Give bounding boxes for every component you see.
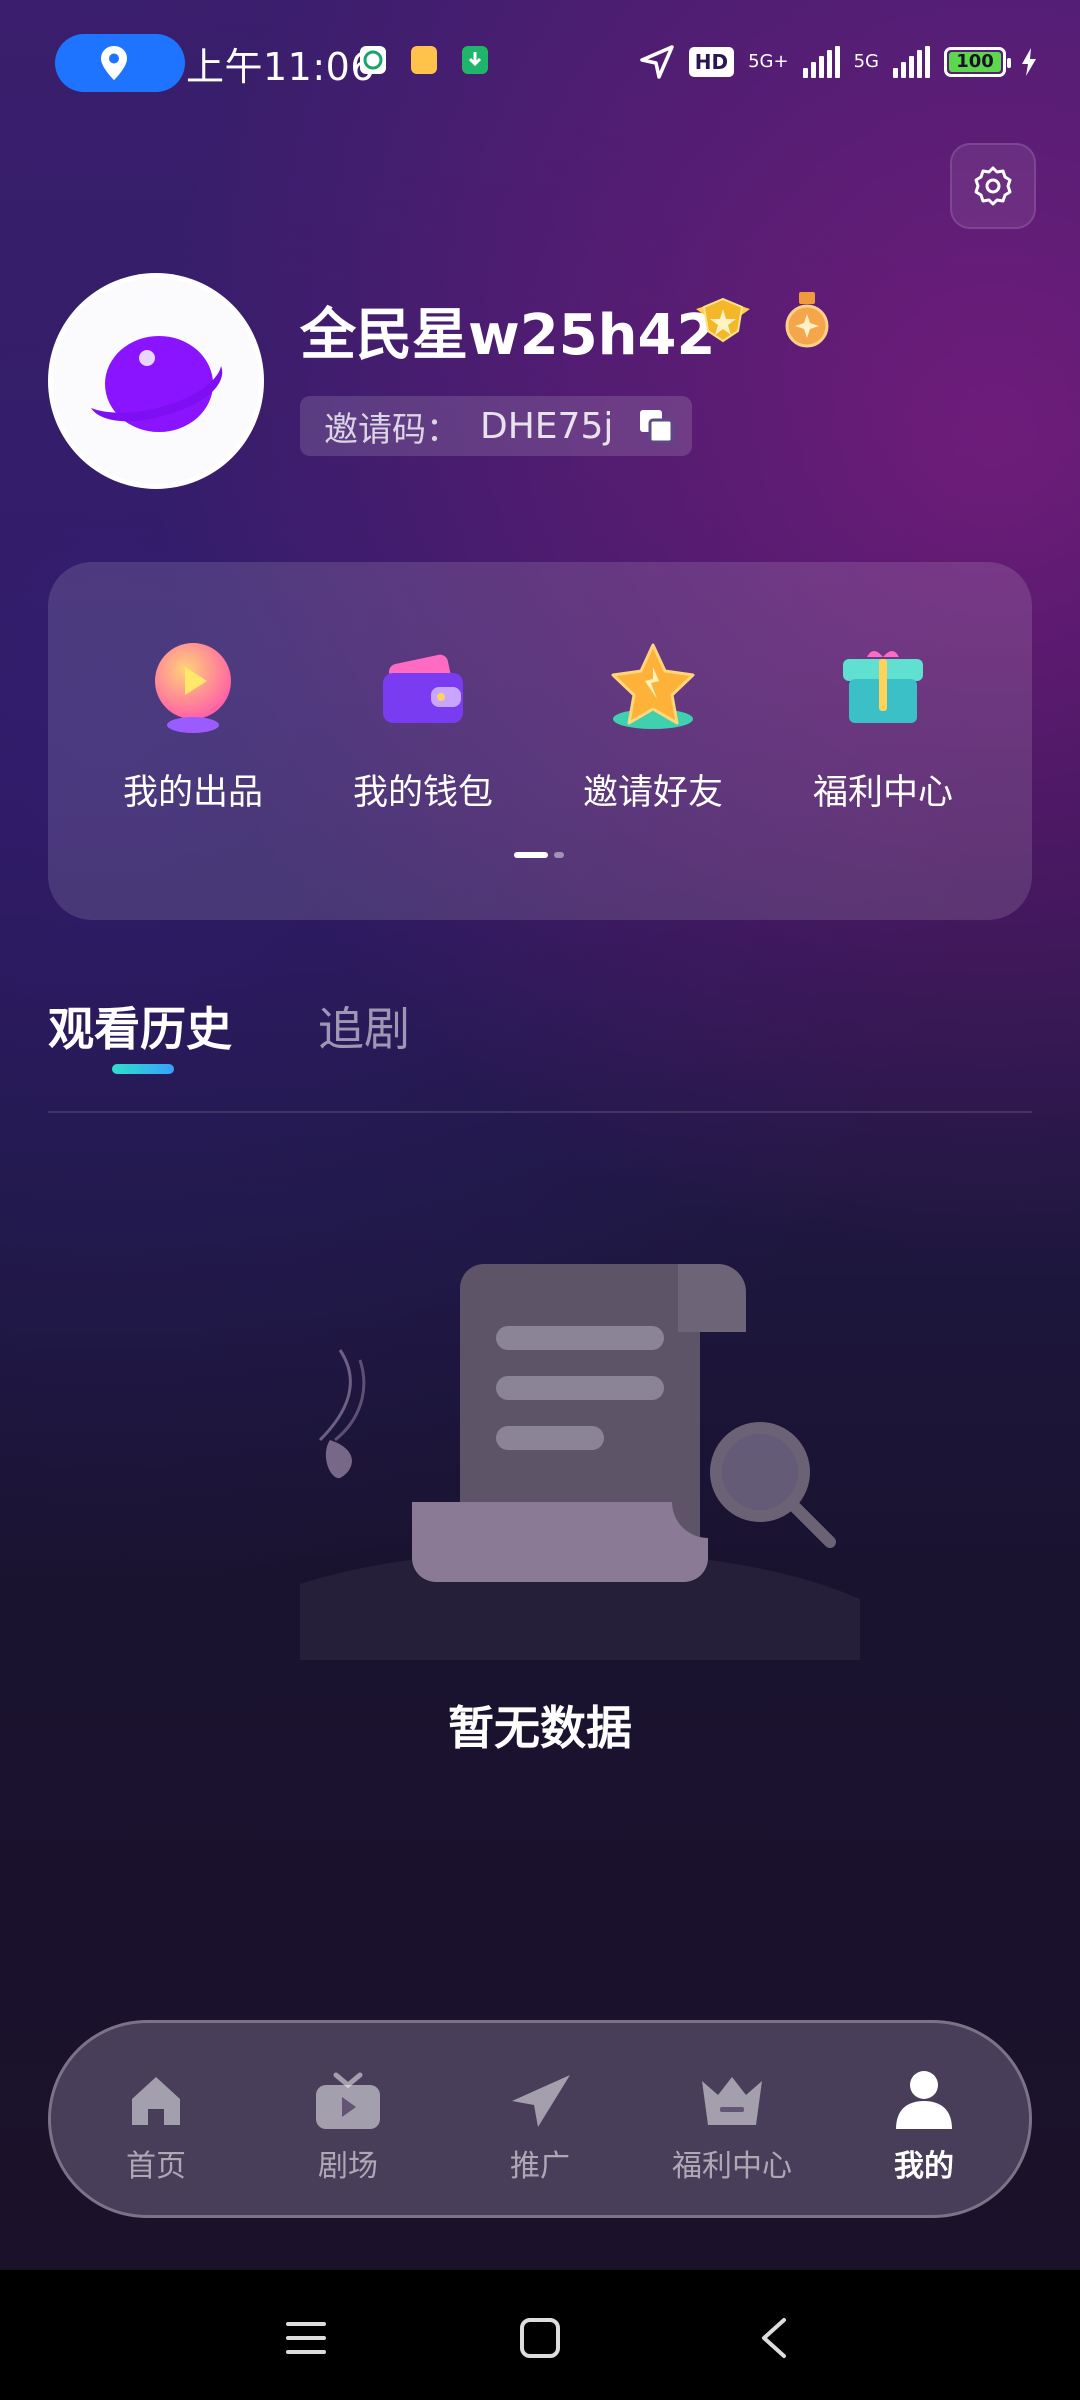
quick-action-wallet[interactable]: 我的钱包 [308,632,538,815]
nav-home[interactable]: 首页 [61,2063,251,2185]
settings-button[interactable] [950,143,1036,229]
quick-actions-card: 我的出品 我的钱包 邀请好友 福利中心 [48,562,1032,920]
nav-label: 推广 [510,2149,570,2184]
back-button[interactable] [744,2308,804,2368]
tv-icon [314,2063,382,2131]
wallet-icon [368,632,478,742]
bottom-nav: 首页 剧场 推广 福利中心 我的 [48,2020,1032,2218]
quick-action-label: 福利中心 [812,773,953,813]
page-indicator [514,852,564,858]
medal-badge-icon[interactable] [782,290,832,354]
tab-watch-history[interactable]: 观看历史 [48,993,232,1059]
home-icon [126,2063,186,2131]
paper-plane-icon [508,2063,572,2131]
invite-label: 邀请码： [324,409,460,450]
invite-code: DHE75j [480,405,614,447]
vip-shield-badge-icon[interactable] [692,295,754,349]
nav-label: 福利中心 [672,2149,792,2184]
nav-label: 我的 [894,2149,954,2184]
nav-theater[interactable]: 剧场 [253,2063,443,2185]
quick-action-label: 邀请好友 [582,773,723,813]
gift-box-icon [828,632,938,742]
home-button[interactable] [510,2308,570,2368]
back-chevron-icon [762,2318,786,2358]
quick-action-welfare-center[interactable]: 福利中心 [768,632,998,815]
tab-indicator [112,1064,174,1074]
navigation-arrow-icon [640,45,674,79]
empty-scroll-illustration [200,1240,920,1770]
nav-label: 剧场 [318,2149,378,2184]
invite-code-box[interactable]: 邀请码： DHE75j [300,396,692,456]
location-pill[interactable] [55,34,185,92]
nav-label: 首页 [126,2149,186,2184]
message-notify-icon [411,46,437,74]
tab-following[interactable]: 追剧 [318,993,410,1059]
charging-bolt-icon [1022,48,1036,76]
quick-action-label: 我的出品 [122,773,263,813]
signal-label-2: 5G [853,51,879,72]
battery-indicator: 100 [944,47,1011,77]
status-bar: 上午11:06 HD 5G+ 5G 100 [0,0,1080,125]
person-icon [892,2063,956,2131]
username: 全民星w25h42 [300,303,716,368]
play-orb-icon [138,632,248,742]
avatar[interactable] [48,273,264,489]
tabs-divider [48,1111,1032,1113]
status-icons: HD 5G+ 5G 100 [639,34,1038,90]
square-home-icon [520,2318,560,2358]
system-nav-bar [0,2270,1080,2400]
hd-badge: HD [688,47,735,77]
nav-promote[interactable]: 推广 [445,2063,635,2185]
battery-level: 100 [949,52,1001,72]
status-time: 上午11:06 [186,45,376,89]
menu-button[interactable] [276,2308,336,2368]
quick-action-invite-friends[interactable]: 邀请好友 [538,632,768,815]
signal-bars-2 [893,46,930,78]
planet-logo-icon [91,336,223,432]
empty-state-message: 暂无数据 [448,1701,632,1755]
signal-bars-1 [802,46,840,78]
copy-icon[interactable] [637,407,675,445]
menu-lines-icon [286,2322,326,2354]
app-notify-icon [360,46,386,74]
signal-label-1: 5G+ [748,51,789,72]
crown-icon [698,2063,766,2131]
quick-action-label: 我的钱包 [352,773,493,813]
nav-welfare-center[interactable]: 福利中心 [637,2063,827,2185]
gear-icon [974,166,1012,206]
quick-action-my-works[interactable]: 我的出品 [78,632,308,815]
star-icon [598,632,708,742]
location-pin-icon [101,46,127,80]
download-notify-icon [462,46,488,74]
nav-mine[interactable]: 我的 [829,2063,1019,2185]
